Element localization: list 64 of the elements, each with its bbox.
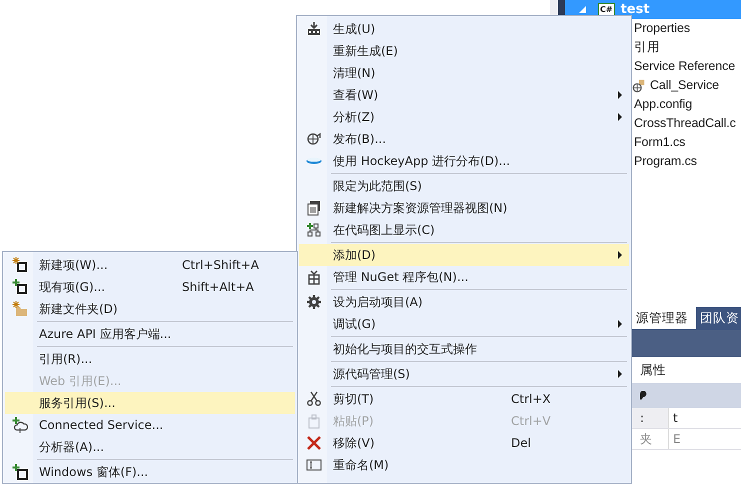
- expanded-arrow-icon[interactable]: [579, 6, 586, 13]
- build-icon: [306, 21, 322, 37]
- menu-item[interactable]: 重命名(M): [299, 454, 629, 476]
- tree-item[interactable]: Properties: [634, 19, 690, 38]
- delete-icon: [306, 435, 322, 451]
- tree-item[interactable]: Program.cs: [634, 152, 697, 171]
- menu-item[interactable]: 清理(N): [299, 62, 629, 84]
- tree-item[interactable]: Service Reference: [634, 57, 736, 76]
- tree-item[interactable]: CrossThreadCall.c: [634, 114, 736, 133]
- graph-icon: [306, 222, 322, 238]
- menu-item[interactable]: 移除(V) Del: [299, 432, 629, 454]
- new-item-icon: [12, 257, 28, 273]
- menu-item[interactable]: 新建项(W)... Ctrl+Shift+A: [5, 254, 295, 276]
- menu-item[interactable]: 管理 NuGet 程序包(N)...: [299, 266, 629, 288]
- submenu-arrow-icon: [618, 251, 622, 259]
- menu-item[interactable]: 生成(U): [299, 18, 629, 40]
- menu-item[interactable]: 添加(D): [299, 244, 629, 266]
- tree-item[interactable]: 引用: [634, 38, 660, 57]
- menu-item[interactable]: 新建文件夹(D): [5, 298, 295, 320]
- menu-item[interactable]: 使用 HockeyApp 进行分布(D)...: [299, 150, 629, 172]
- tree-item[interactable]: App.config: [634, 95, 692, 114]
- add-item-icon: [12, 279, 28, 295]
- menu-item[interactable]: 分析(Z): [299, 106, 629, 128]
- window-icon: [306, 200, 322, 216]
- tree-item[interactable]: Form1.cs: [634, 133, 686, 152]
- menu-item[interactable]: 在代码图上显示(C): [299, 219, 629, 241]
- gear-icon: [306, 294, 322, 310]
- clipboard-icon: [306, 413, 322, 429]
- menu-item[interactable]: Azure API 应用客户端...: [5, 323, 295, 345]
- submenu-arrow-icon: [618, 320, 622, 328]
- panel-tab[interactable]: 团队资: [696, 307, 741, 329]
- menu-item[interactable]: 重新生成(E): [299, 40, 629, 62]
- menu-item[interactable]: 现有项(G)... Shift+Alt+A: [5, 276, 295, 298]
- menu-item[interactable]: 设为启动项目(A): [299, 291, 629, 313]
- cloud-plug-icon: [12, 417, 28, 433]
- menu-item[interactable]: 调试(G): [299, 313, 629, 335]
- table-cell-text: :: [639, 410, 646, 427]
- folder-icon: [12, 301, 28, 317]
- table-cell-text: 夹: [639, 431, 653, 448]
- menu-item[interactable]: 查看(W): [299, 84, 629, 106]
- submenu-arrow-icon: [618, 113, 622, 121]
- tree-item[interactable]: Call_Service: [650, 76, 719, 95]
- globe-icon: [306, 131, 322, 147]
- service-reference-icon: [632, 78, 646, 92]
- table-cell: E: [668, 429, 681, 449]
- menu-item[interactable]: 发布(B)...: [299, 128, 629, 150]
- submenu-arrow-icon: [618, 370, 622, 378]
- scissors-icon: [306, 391, 322, 407]
- rename-icon: [306, 457, 322, 473]
- menu-item[interactable]: 新建解决方案资源管理器视图(N): [299, 197, 629, 219]
- package-icon: [306, 269, 322, 285]
- menu-item[interactable]: 限定为此范围(S): [299, 175, 629, 197]
- csharp-project-icon: C#: [598, 3, 615, 16]
- submenu-arrow-icon: [618, 91, 622, 99]
- table-cell: t: [668, 408, 741, 428]
- menu-item[interactable]: 服务引用(S)...: [5, 392, 295, 414]
- menu-item[interactable]: Windows 窗体(F)...: [5, 461, 295, 483]
- menu-item[interactable]: 引用(R)...: [5, 348, 295, 370]
- menu-item[interactable]: 剪切(T) Ctrl+X: [299, 388, 629, 410]
- tree-item[interactable]: C# test: [558, 0, 741, 19]
- menu-item[interactable]: Connected Service...: [5, 414, 295, 436]
- menu-item[interactable]: 初始化与项目的交互式操作: [299, 338, 629, 360]
- form-icon: [12, 464, 28, 480]
- menu-item[interactable]: 分析器(A)...: [5, 436, 295, 458]
